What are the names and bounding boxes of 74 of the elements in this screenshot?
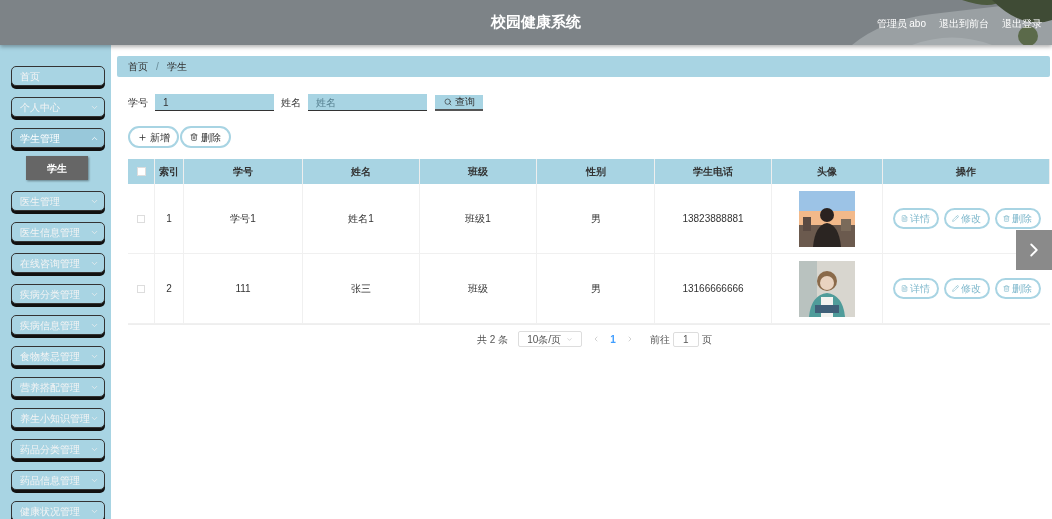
search-icon (443, 97, 452, 106)
edit-button[interactable]: 修改 (943, 278, 990, 299)
sidebar-item[interactable]: 健康状况管理 (11, 501, 105, 519)
search-field[interactable]: 1 (155, 94, 274, 111)
table-cell-text: 班级 (468, 282, 488, 296)
sidebar-item[interactable]: 学生管理 (11, 128, 105, 148)
goto-label: 前往 (649, 332, 670, 347)
sidebar-item[interactable]: 疾病分类管理 (11, 284, 105, 304)
field-label: 学号 (128, 96, 148, 110)
table-cell-text: 男 (590, 282, 601, 296)
add-button[interactable]: 新增 (128, 126, 179, 148)
edit-button[interactable]: 修改 (943, 208, 990, 229)
table-cell-text: 班级1 (465, 212, 491, 226)
page-input[interactable]: 1 (672, 331, 699, 347)
table-cell-text: 姓名1 (348, 212, 374, 226)
breadcrumb-link[interactable]: 首页 (128, 59, 148, 74)
goto-suffix: 页 (701, 332, 712, 347)
submenu-item[interactable]: 学生 (26, 156, 88, 180)
sidebar-item[interactable]: 个人中心 (11, 97, 105, 117)
sidebar-item[interactable]: 药品分类管理 (11, 439, 105, 459)
trash-icon (1003, 285, 1010, 292)
sidebar-item[interactable]: 食物禁忌管理 (11, 346, 105, 366)
search-field[interactable]: 姓名 (308, 94, 427, 111)
column-header: 操作 (956, 165, 976, 179)
select-all-checkbox[interactable] (136, 167, 146, 176)
delete-button[interactable]: 删除 (994, 278, 1041, 299)
total-count: 共 2 条 (477, 332, 509, 347)
document-icon (901, 285, 908, 292)
breadcrumb-separator: / (156, 60, 159, 74)
sidebar-item[interactable]: 药品信息管理 (11, 470, 105, 490)
sidebar-item[interactable]: 养生小知识管理 (11, 408, 105, 428)
trash-icon (1003, 215, 1010, 222)
table-cell-text: 张三 (351, 282, 371, 296)
page-number[interactable]: 1 (610, 331, 616, 347)
chevron-icon (566, 335, 574, 343)
document-icon (901, 215, 908, 222)
column-header: 学生电话 (693, 165, 733, 179)
field-label: 姓名 (281, 96, 301, 110)
details-button[interactable]: 详情 (892, 208, 939, 229)
search-button[interactable]: 查询 (435, 94, 483, 111)
table-cell-text: 13166666666 (682, 282, 744, 296)
pencil-icon (952, 285, 959, 292)
sidebar-item[interactable]: 医生信息管理 (11, 222, 105, 242)
row-checkbox[interactable] (137, 214, 145, 223)
pencil-icon (952, 215, 959, 222)
delete-button[interactable]: 删除 (994, 208, 1041, 229)
table-cell-text: 111 (235, 282, 251, 296)
row-checkbox[interactable] (137, 284, 145, 293)
sidebar-item[interactable]: 疾病信息管理 (11, 315, 105, 335)
details-button[interactable]: 详情 (892, 278, 939, 299)
app-title: 校园健康系统 (491, 12, 581, 33)
trash-icon (190, 133, 198, 141)
sidebar-item[interactable]: 首页 (11, 66, 105, 86)
page-size-select[interactable]: 10条/页 (518, 331, 583, 347)
next-slide-button[interactable] (1016, 230, 1052, 270)
user-link[interactable]: 管理员 abo (876, 16, 926, 31)
column-header: 班级 (468, 165, 488, 179)
column-header: 头像 (817, 165, 837, 179)
table-cell-text: 男 (590, 212, 601, 226)
header-link[interactable]: 退出到前台 (939, 16, 989, 31)
table-cell-text: 13823888881 (682, 212, 744, 226)
delete-button[interactable]: 删除 (180, 126, 231, 148)
sidebar-item[interactable]: 营养搭配管理 (11, 377, 105, 397)
table-cell-text: 学号1 (230, 212, 256, 226)
breadcrumb-link[interactable]: 学生 (166, 59, 187, 74)
sidebar-item[interactable]: 医生管理 (11, 191, 105, 211)
table-cell-text: 1 (166, 212, 172, 226)
column-header: 学号 (233, 165, 253, 179)
column-header: 性别 (585, 165, 606, 179)
column-header: 索引 (159, 165, 179, 179)
table-cell-text: 2 (166, 282, 172, 296)
plus-icon (137, 132, 147, 142)
sidebar-item[interactable]: 在线咨询管理 (11, 253, 105, 273)
column-header: 姓名 (351, 165, 371, 179)
